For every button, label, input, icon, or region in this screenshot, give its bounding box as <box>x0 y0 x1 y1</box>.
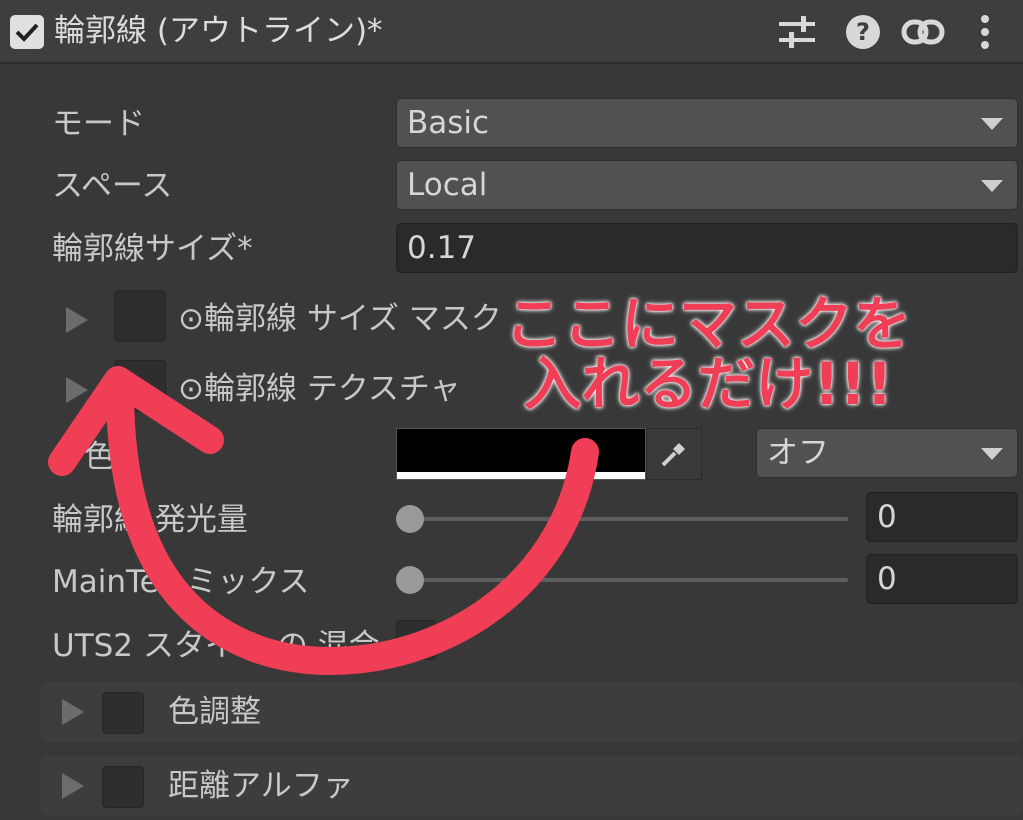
annotation-line1: ここにマスクを <box>504 290 911 358</box>
annotation-line2: 入れるだけ!!! <box>523 350 893 418</box>
